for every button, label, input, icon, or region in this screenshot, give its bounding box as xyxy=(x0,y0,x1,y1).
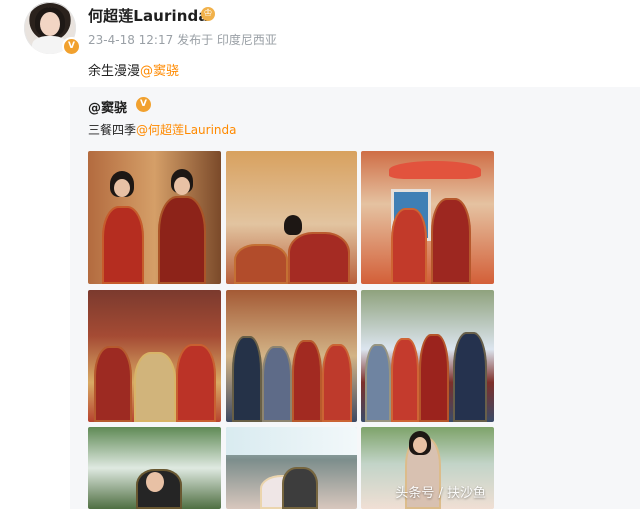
umbrella xyxy=(389,161,481,179)
post-timestamp: 23-4-18 12:17 xyxy=(88,33,174,47)
wedding-photo-1[interactable] xyxy=(88,151,221,284)
guest-figure xyxy=(234,244,288,284)
wedding-photo-7[interactable] xyxy=(88,427,221,509)
post-source: 发布于 印度尼西亚 xyxy=(177,33,277,47)
person-face xyxy=(146,472,164,492)
groom-figure xyxy=(282,467,318,509)
groom-figure xyxy=(94,346,132,422)
person-hair xyxy=(284,215,302,235)
bride-figure xyxy=(391,338,419,422)
post-text: 余生漫漫 xyxy=(88,64,141,79)
repost-verified-badge-icon: V xyxy=(136,97,151,112)
wedding-photo-3[interactable] xyxy=(361,151,494,284)
groom-figure xyxy=(419,334,449,422)
bride-figure xyxy=(102,206,144,284)
wedding-photo-9[interactable]: 头条号 / 扶沙鱼 xyxy=(361,427,494,509)
bride-face xyxy=(413,437,427,453)
bride-figure xyxy=(176,344,216,422)
wedding-photo-8[interactable] xyxy=(226,427,357,509)
verified-badge-icon: V xyxy=(62,37,81,56)
wedding-photo-5[interactable] xyxy=(226,290,357,422)
bride-figure xyxy=(391,208,427,284)
watermark: 头条号 / 扶沙鱼 xyxy=(395,486,486,501)
glass-roof xyxy=(226,427,357,455)
woman-in-cheongsam-figure xyxy=(262,346,292,422)
repost-mention-link[interactable]: @何超莲Laurinda xyxy=(136,123,237,137)
post-content: 余生漫漫@窦骁 xyxy=(88,60,179,79)
man-in-suit-figure xyxy=(232,336,262,422)
bride-figure xyxy=(322,344,352,422)
guest-figure xyxy=(365,344,391,422)
couple-figure xyxy=(288,232,350,284)
groom-figure xyxy=(431,198,471,284)
man-in-suit-figure xyxy=(453,332,487,422)
avatar-face xyxy=(40,12,60,36)
weibo-post: V 何超莲Laurinda ♔ 23-4-18 12:17 发布于 印度尼西亚 … xyxy=(0,0,640,509)
groom-figure xyxy=(158,196,206,284)
wedding-photo-2[interactable] xyxy=(226,151,357,284)
username[interactable]: 何超莲Laurinda xyxy=(88,5,209,26)
repost-text: 三餐四季 xyxy=(88,123,137,137)
bride-face xyxy=(114,179,130,197)
groom-figure xyxy=(292,340,322,422)
groom-face xyxy=(174,177,190,195)
wedding-photo-4[interactable] xyxy=(88,290,221,422)
mention-link[interactable]: @窦骁 xyxy=(140,64,179,79)
repost-author[interactable]: @窦骁 xyxy=(88,97,127,116)
crown-icon: ♔ xyxy=(201,7,215,21)
wedding-photo-6[interactable] xyxy=(361,290,494,422)
post-meta: 23-4-18 12:17 发布于 印度尼西亚 xyxy=(88,31,277,48)
mother-figure xyxy=(134,352,176,422)
repost-content: 三餐四季@何超莲Laurinda xyxy=(88,121,237,138)
